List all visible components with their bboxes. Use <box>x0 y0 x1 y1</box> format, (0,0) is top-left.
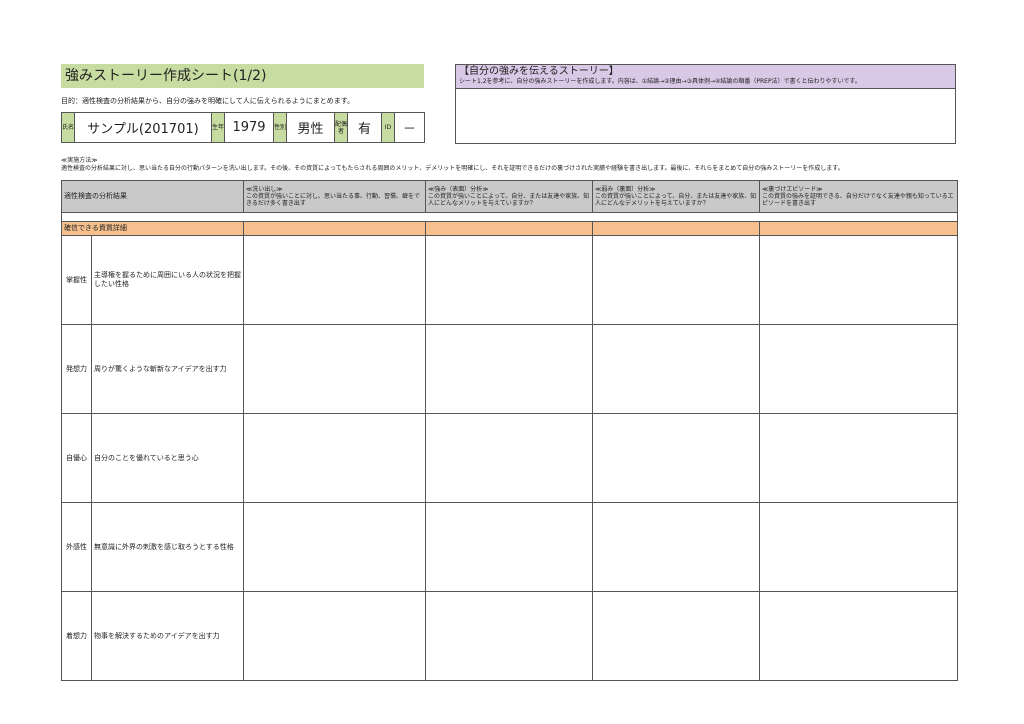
table-row: 着想力 物事を解決するためのアイデアを出す力 <box>61 591 958 681</box>
header-analysis-result: 適性検査の分析結果 <box>61 180 244 213</box>
table-row: 掌握性 主導権を握るために周囲にいる人の状況を把握したい性格 <box>61 235 958 325</box>
table-row: 発想力 周りが驚くような斬新なアイデアを出す力 <box>61 324 958 414</box>
header-episode-title: ≪裏づけエピソード≫ <box>762 186 823 193</box>
category-label: 確信できる資質詳細 <box>61 221 244 236</box>
profile-info-row: 氏名 サンプル(201701) 生年 1979 性別 男性 配偶者 有 ID － <box>61 112 425 143</box>
name-value[interactable]: サンプル(201701) <box>75 113 212 142</box>
trait-key: 掌握性 <box>61 235 92 325</box>
header-weakness: ≪弱み（裏面）分析≫ この資質が強いことによって、自分、または友達や家族、知人に… <box>592 180 760 213</box>
trait-key: 着想力 <box>61 591 92 681</box>
spouse-label: 配偶者 <box>335 113 348 142</box>
header-episode-desc: この資質の強みを証明できる、自分だけでなく友達や親も知っているエピソードを書き出… <box>762 193 954 207</box>
header-strength-desc: この資質が強いことによって、自分、または友達や家族、知人にどんなメリットを与えて… <box>428 193 590 207</box>
gender-value[interactable]: 男性 <box>287 113 335 142</box>
weakness-cell[interactable] <box>592 235 760 325</box>
header-brainstorm-title: ≪洗い出し≫ <box>246 186 283 193</box>
header-strength: ≪強み（表面）分析≫ この資質が強いことによって、自分、または友達や家族、知人に… <box>425 180 593 213</box>
strength-cell[interactable] <box>425 502 593 592</box>
episode-cell[interactable] <box>759 502 958 592</box>
gender-label: 性別 <box>274 113 287 142</box>
strength-story-box: 【自分の強みを伝えるストーリー】 シート1,2を参考に、自分の強みストーリーを作… <box>455 64 956 144</box>
weakness-cell[interactable] <box>592 502 760 592</box>
method-description: 適性検査の分析結果に対し、思い当たる自分の行動パターンを洗い出します。その後、そ… <box>61 165 844 172</box>
episode-cell[interactable] <box>759 591 958 681</box>
spacer-row <box>61 212 958 222</box>
category-row: 確信できる資質詳細 <box>61 221 958 236</box>
episode-cell[interactable] <box>759 324 958 414</box>
header-weakness-title: ≪弱み（裏面）分析≫ <box>595 186 656 193</box>
birth-label: 生年 <box>212 113 225 142</box>
story-subtitle: シート1,2を参考に、自分の強みストーリーを作成します。内容は、①結論→②理由→… <box>459 78 861 85</box>
strength-cell[interactable] <box>425 324 593 414</box>
strength-cell[interactable] <box>425 413 593 503</box>
brainstorm-cell[interactable] <box>243 413 426 503</box>
weakness-cell[interactable] <box>592 591 760 681</box>
episode-cell[interactable] <box>759 235 958 325</box>
trait-desc: 物事を解決するためのアイデアを出す力 <box>91 591 244 681</box>
table-row: 外感性 無意識に外界の刺激を感じ取ろうとする性格 <box>61 502 958 592</box>
name-label: 氏名 <box>62 113 75 142</box>
header-brainstorm: ≪洗い出し≫ この資質が強いことに対し、思い当たる事、行動、習慣、癖をできるだけ… <box>243 180 426 213</box>
header-brainstorm-desc: この資質が強いことに対し、思い当たる事、行動、習慣、癖をできるだけ多く書き出す <box>246 193 421 207</box>
episode-cell[interactable] <box>759 413 958 503</box>
purpose-text: 目的：適性検査の分析結果から、自分の強みを明確にして人に伝えられるようにまとめま… <box>61 97 355 105</box>
story-header: 【自分の強みを伝えるストーリー】 シート1,2を参考に、自分の強みストーリーを作… <box>456 65 955 89</box>
brainstorm-cell[interactable] <box>243 235 426 325</box>
trait-key: 自優心 <box>61 413 92 503</box>
trait-desc: 主導権を握るために周囲にいる人の状況を把握したい性格 <box>91 235 244 325</box>
table-row: 自優心 自分のことを優れていると思う心 <box>61 413 958 503</box>
trait-desc: 無意識に外界の刺激を感じ取ろうとする性格 <box>91 502 244 592</box>
birth-value[interactable]: 1979 <box>225 113 274 142</box>
brainstorm-cell[interactable] <box>243 502 426 592</box>
brainstorm-cell[interactable] <box>243 591 426 681</box>
trait-key: 外感性 <box>61 502 92 592</box>
id-label: ID <box>382 113 395 142</box>
table-header-row: 適性検査の分析結果 ≪洗い出し≫ この資質が強いことに対し、思い当たる事、行動、… <box>61 180 958 213</box>
strength-cell[interactable] <box>425 235 593 325</box>
story-title: 【自分の強みを伝えるストーリー】 <box>459 66 619 77</box>
trait-key: 発想力 <box>61 324 92 414</box>
header-weakness-desc: この資質が強いことによって、自分、または友達や家族、知人にどんなデメリットを与え… <box>595 193 757 207</box>
sheet-title: 強みストーリー作成シート(1/2) <box>61 64 424 88</box>
header-strength-title: ≪強み（表面）分析≫ <box>428 186 489 193</box>
id-value[interactable]: － <box>395 113 424 142</box>
weakness-cell[interactable] <box>592 413 760 503</box>
spouse-value[interactable]: 有 <box>348 113 382 142</box>
story-input-area[interactable] <box>456 89 955 144</box>
brainstorm-cell[interactable] <box>243 324 426 414</box>
analysis-table: 適性検査の分析結果 ≪洗い出し≫ この資質が強いことに対し、思い当たる事、行動、… <box>61 180 958 681</box>
strength-cell[interactable] <box>425 591 593 681</box>
header-episode: ≪裏づけエピソード≫ この資質の強みを証明できる、自分だけでなく友達や親も知って… <box>759 180 958 213</box>
trait-desc: 周りが驚くような斬新なアイデアを出す力 <box>91 324 244 414</box>
weakness-cell[interactable] <box>592 324 760 414</box>
trait-desc: 自分のことを優れていると思う心 <box>91 413 244 503</box>
